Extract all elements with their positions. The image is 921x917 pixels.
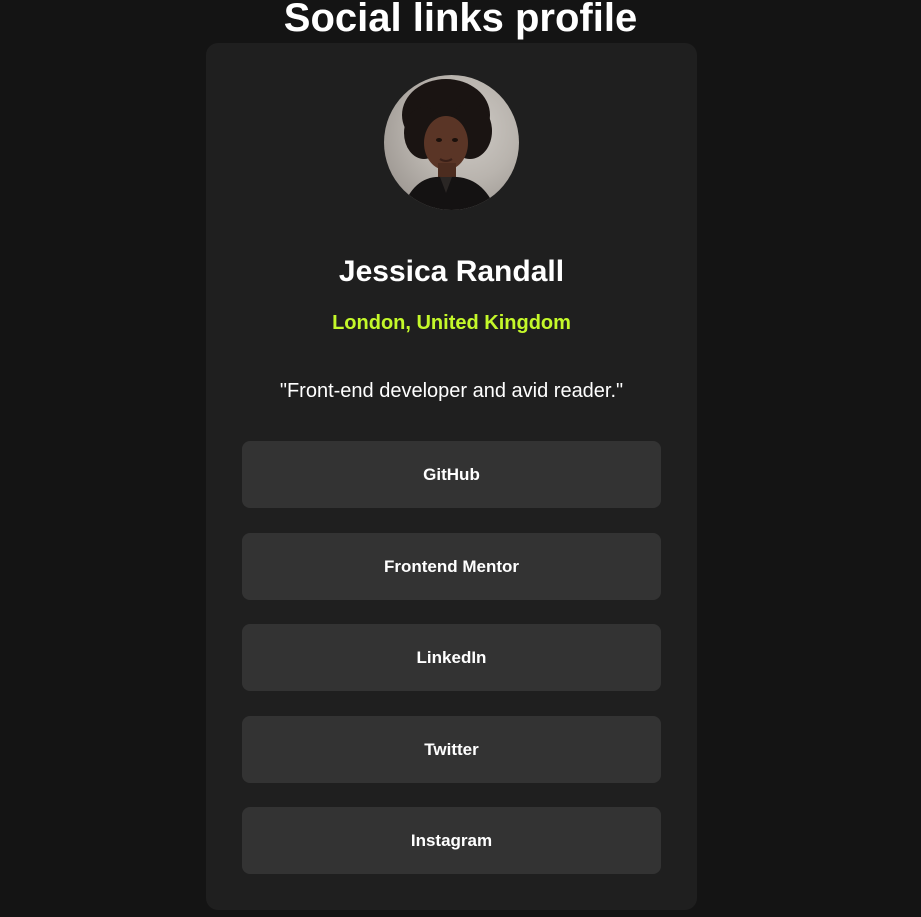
twitter-link-button[interactable]: Twitter — [242, 715, 661, 783]
page: Social links profile Jessica Randall Lon… — [0, 0, 921, 917]
avatar — [384, 75, 519, 210]
profile-card: Jessica Randall London, United Kingdom "… — [206, 43, 697, 910]
instagram-link-button[interactable]: Instagram — [242, 807, 661, 874]
profile-photo-icon — [402, 79, 496, 210]
profile-name: Jessica Randall — [338, 255, 565, 288]
list-item: Frontend Mentor — [242, 532, 661, 600]
list-item: LinkedIn — [242, 624, 661, 691]
profile-bio: "Front-end developer and avid reader." — [279, 380, 624, 402]
profile-location: London, United Kingdom — [332, 312, 571, 334]
social-links-list: GitHub Frontend Mentor LinkedIn Twitter … — [242, 441, 661, 899]
github-link-button[interactable]: GitHub — [242, 441, 661, 508]
frontend-mentor-link-button[interactable]: Frontend Mentor — [242, 532, 661, 600]
list-item: GitHub — [242, 441, 661, 508]
linkedin-link-button[interactable]: LinkedIn — [242, 624, 661, 691]
list-item: Instagram — [242, 807, 661, 874]
list-item: Twitter — [242, 715, 661, 783]
page-title: Social links profile — [283, 0, 638, 40]
